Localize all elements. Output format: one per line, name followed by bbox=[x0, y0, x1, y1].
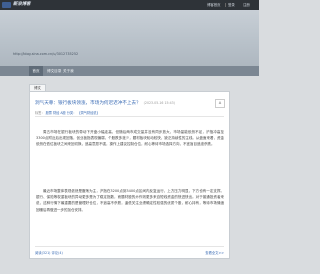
post-paragraph: 周五市场在银行板块的带动下开盘小幅走高，但随后两市成交量并没有同步放大，市场量能… bbox=[36, 130, 224, 147]
post-title-text[interactable]: 洞气天尊：银行板块领涨，市场为何迟迟冲不上去？ bbox=[35, 101, 141, 106]
post-date: (2023-05-16 15:43) bbox=[143, 101, 175, 105]
blog-banner: http://blog.sina.com.cn/u/3012735252 bbox=[0, 10, 259, 66]
top-bar: 新浪博客 博客首页 登录 注册 bbox=[0, 0, 259, 10]
posts-tab[interactable]: 博文 bbox=[29, 84, 46, 91]
post-meta: 标签： 股票 财经 A股 分类： 【洞气财经说】 bbox=[35, 110, 100, 115]
post-category[interactable]: 【洞气财经说】 bbox=[77, 111, 99, 115]
divider bbox=[225, 3, 226, 7]
post-card: 洞气天尊：银行板块领涨，市场为何迟迟冲不上去？ (2023-05-16 15:43… bbox=[29, 91, 230, 259]
nav-item-home[interactable]: 首页 bbox=[29, 66, 43, 76]
tags-label: 标签： bbox=[35, 111, 45, 115]
blog-nav: 首页 博文目录 关于我 bbox=[0, 66, 259, 76]
register-link[interactable]: 注册 bbox=[243, 2, 250, 8]
font-size-button[interactable]: A bbox=[215, 99, 225, 108]
nav-item-post-list[interactable]: 博文目录 bbox=[47, 66, 61, 76]
post-stats[interactable]: 阅读(321) 评论(4) bbox=[35, 250, 63, 255]
divider bbox=[35, 116, 224, 117]
divider bbox=[35, 246, 224, 247]
sina-logo-icon[interactable] bbox=[2, 2, 11, 8]
nav-item-about[interactable]: 关于我 bbox=[63, 66, 74, 76]
read-full-link[interactable]: 查看全文>> bbox=[205, 250, 224, 255]
post-paragraph: 最近市场整体表现依然是震荡为主，沪指在3200点到3400点区间内反复运行，上方… bbox=[36, 189, 224, 212]
site-logo-text[interactable]: 新浪博客 bbox=[13, 2, 31, 8]
blog-url[interactable]: http://blog.sina.com.cn/u/3012735252 bbox=[13, 52, 78, 56]
login-link[interactable]: 登录 bbox=[228, 2, 235, 8]
post-tags[interactable]: 股票 财经 A股 分类： bbox=[46, 111, 77, 115]
blog-home-link[interactable]: 博客首页 bbox=[207, 2, 221, 8]
post-title[interactable]: 洞气天尊：银行板块领涨，市场为何迟迟冲不上去？ (2023-05-16 15:43… bbox=[35, 100, 205, 106]
